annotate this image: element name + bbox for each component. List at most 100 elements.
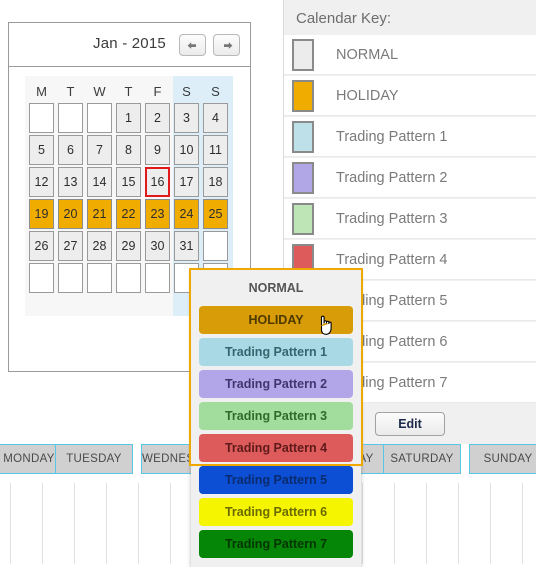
- calendar-key-title: Calendar Key:: [296, 10, 392, 27]
- weekday-chip[interactable]: SATURDAY: [383, 444, 461, 474]
- calendar-day-cell[interactable]: 17: [174, 167, 199, 197]
- pattern-dropdown-item[interactable]: Trading Pattern 4: [199, 434, 353, 462]
- day-of-week-label: M: [36, 84, 47, 99]
- calendar-day-cell[interactable]: 29: [116, 231, 141, 261]
- timeline-gridline: [458, 483, 459, 564]
- calendar-key-row[interactable]: NORMAL: [284, 35, 536, 75]
- calendar-week-row: 1234: [27, 102, 231, 134]
- calendar-key-label: Trading Pattern 1: [336, 128, 448, 145]
- timeline-gridline: [42, 483, 43, 564]
- timeline-gridline: [426, 483, 427, 564]
- timeline-gridline: [170, 483, 171, 564]
- calendar-day-cell[interactable]: 23: [145, 199, 170, 229]
- calendar-day-cell[interactable]: 15: [116, 167, 141, 197]
- calendar-day-cell[interactable]: 9: [145, 135, 170, 165]
- pattern-dropdown-item[interactable]: Trading Pattern 3: [199, 402, 353, 430]
- day-of-week-label: T: [124, 84, 133, 99]
- calendar-grid: MTWTFSS 1 2 3 4 5 6 7 8 9 10 11 12 13 14 15 16 17 18 19 20 2…: [25, 76, 233, 294]
- pattern-dropdown-item[interactable]: Trading Pattern 6: [199, 498, 353, 526]
- day-of-week-label: T: [66, 84, 75, 99]
- calendar-day-cell[interactable]: 1: [116, 103, 141, 133]
- pattern-dropdown-item[interactable]: NORMAL: [199, 274, 353, 302]
- arrow-right-icon: [214, 40, 239, 54]
- calendar-day-cell[interactable]: 21: [87, 199, 112, 229]
- day-of-week-label: S: [182, 84, 191, 99]
- pattern-dropdown-menu[interactable]: NORMAL HOLIDAY Trading Pattern 1 Trading Pa…: [191, 270, 361, 567]
- day-of-week-label: W: [93, 84, 106, 99]
- calendar-key-row[interactable]: Trading Pattern 2: [284, 158, 536, 198]
- calendar-day-cell[interactable]: 19: [29, 199, 54, 229]
- calendar-day-cell[interactable]: 10: [174, 135, 199, 165]
- prev-month-button[interactable]: [179, 34, 206, 56]
- calendar-day-empty: [87, 103, 112, 133]
- calendar-key-swatch: [292, 120, 314, 153]
- calendar-day-cell[interactable]: 4: [203, 103, 228, 133]
- calendar-day-cell[interactable]: 13: [58, 167, 83, 197]
- calendar-weeks: 1 2 3 4 5 6 7 8 9 10 11 12 13 14 15 16 17 18 19 20 21 22 23 24 2…: [27, 102, 231, 294]
- pattern-dropdown-item[interactable]: Trading Pattern 2: [199, 370, 353, 398]
- calendar-key-row[interactable]: Trading Pattern 3: [284, 199, 536, 239]
- calendar-week-row: 26 27 28 29 30 31: [27, 230, 231, 262]
- calendar-day-empty: [87, 263, 112, 293]
- day-of-week-label: F: [153, 84, 162, 99]
- calendar-day-cell[interactable]: 2: [145, 103, 170, 133]
- calendar-day-cell[interactable]: 28: [87, 231, 112, 261]
- calendar-week-row: 12 13 14 15 16 17 18: [27, 166, 231, 198]
- calendar-day-cell[interactable]: 7: [87, 135, 112, 165]
- timeline-gridline: [490, 483, 491, 564]
- calendar-day-cell[interactable]: 25: [203, 199, 228, 229]
- calendar-day-cell[interactable]: 27: [58, 231, 83, 261]
- calendar-key-swatch: [292, 202, 314, 235]
- calendar-day-cell[interactable]: 22: [116, 199, 141, 229]
- calendar-day-cell[interactable]: 14: [87, 167, 112, 197]
- calendar-day-cell[interactable]: 3: [174, 103, 199, 133]
- timeline-gridline: [394, 483, 395, 564]
- weekday-chip[interactable]: TUESDAY: [55, 444, 133, 474]
- calendar-day-empty: [58, 103, 83, 133]
- pattern-dropdown-item[interactable]: Trading Pattern 7: [199, 530, 353, 558]
- timeline-gridline: [522, 483, 523, 564]
- calendar-day-cell[interactable]: 24: [174, 199, 199, 229]
- timeline-gridline: [10, 483, 11, 564]
- timeline-gridline: [362, 483, 363, 564]
- calendar-key-row[interactable]: Trading Pattern 1: [284, 117, 536, 157]
- calendar-day-empty: [58, 263, 83, 293]
- calendar-day-empty: [116, 263, 141, 293]
- calendar-day-cell[interactable]: 18: [203, 167, 228, 197]
- calendar-day-cell[interactable]: 20: [58, 199, 83, 229]
- calendar-key-label: Trading Pattern 3: [336, 210, 448, 227]
- calendar-day-cell[interactable]: 31: [174, 231, 199, 261]
- weekday-chip[interactable]: SUNDAY: [469, 444, 536, 474]
- edit-button[interactable]: Edit: [375, 412, 445, 436]
- pattern-dropdown-item[interactable]: HOLIDAY: [199, 306, 353, 334]
- next-month-button[interactable]: [213, 34, 240, 56]
- calendar-day-empty: [29, 263, 54, 293]
- calendar-key-swatch: [292, 79, 314, 112]
- calendar-day-cell[interactable]: 5: [29, 135, 54, 165]
- calendar-key-swatch: [292, 38, 314, 71]
- calendar-day-cell[interactable]: 12: [29, 167, 54, 197]
- calendar-day-cell[interactable]: 26: [29, 231, 54, 261]
- calendar-day-cell[interactable]: 16: [145, 167, 170, 197]
- calendar-day-cell[interactable]: 11: [203, 135, 228, 165]
- calendar-day-cell[interactable]: 6: [58, 135, 83, 165]
- pattern-dropdown-item[interactable]: Trading Pattern 1: [199, 338, 353, 366]
- calendar-week-row: 19 20 21 22 23 24 25: [27, 198, 231, 230]
- calendar-key-label: Trading Pattern 4: [336, 251, 448, 268]
- calendar-key-label: HOLIDAY: [336, 87, 399, 104]
- calendar-day-empty: [203, 231, 228, 261]
- calendar-header: Jan - 2015: [9, 23, 250, 67]
- timeline-gridline: [74, 483, 75, 564]
- arrow-left-icon: [180, 40, 205, 54]
- calendar-day-cell[interactable]: 30: [145, 231, 170, 261]
- calendar-day-empty: [145, 263, 170, 293]
- calendar-week-row: 5 6 7 8 9 10 11: [27, 134, 231, 166]
- day-of-week-label: S: [211, 84, 220, 99]
- calendar-key-label: NORMAL: [336, 46, 399, 63]
- pattern-dropdown-item[interactable]: Trading Pattern 5: [199, 466, 353, 494]
- day-of-week-header-row: MTWTFSS: [27, 82, 231, 102]
- timeline-gridline: [138, 483, 139, 564]
- calendar-key-row[interactable]: HOLIDAY: [284, 76, 536, 116]
- calendar-day-cell[interactable]: 8: [116, 135, 141, 165]
- calendar-day-empty: [29, 103, 54, 133]
